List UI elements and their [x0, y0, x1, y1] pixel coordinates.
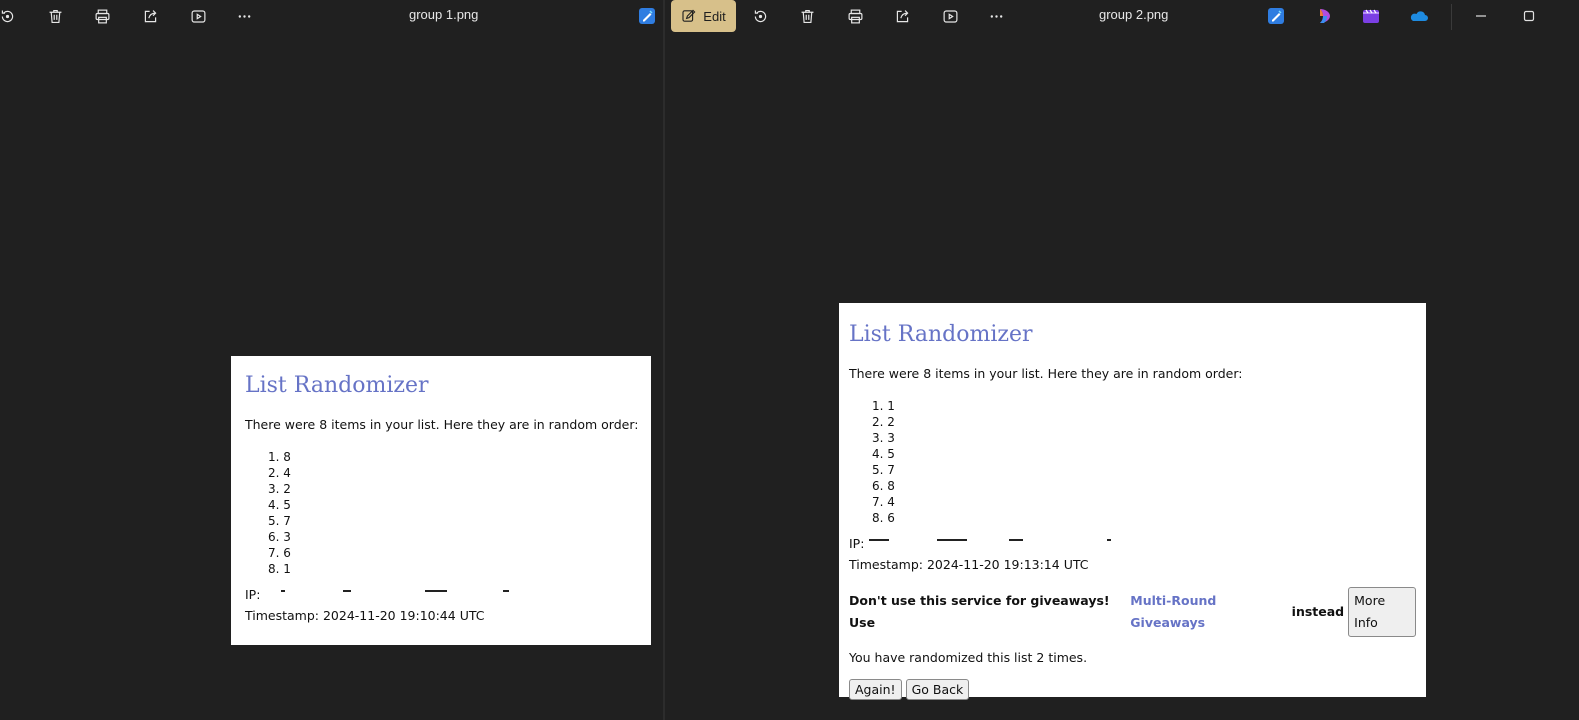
slideshow-icon[interactable]	[183, 2, 213, 30]
intro-text: There were 8 items in your list. Here th…	[849, 366, 1243, 381]
list-item: 5. 7	[872, 463, 895, 477]
redacted-ip	[1009, 539, 1023, 541]
page-title: List Randomizer	[849, 322, 1033, 347]
share-icon[interactable]	[887, 2, 917, 30]
giveaway-warning: Don't use this service for giveaways! Us…	[849, 587, 1416, 637]
timestamp: Timestamp: 2024-11-20 19:10:44 UTC	[245, 608, 485, 623]
redacted-ip	[281, 590, 285, 592]
go-back-button[interactable]: Go Back	[905, 679, 970, 700]
list-item: 2. 4	[268, 466, 291, 480]
filename-title: group 1.png	[409, 7, 479, 22]
ip-line: IP:	[245, 587, 641, 603]
filename-title: group 2.png	[1099, 7, 1169, 22]
rotate-icon[interactable]	[745, 2, 775, 30]
redacted-ip	[937, 539, 967, 541]
onedrive-icon[interactable]	[1409, 6, 1429, 26]
slideshow-icon[interactable]	[935, 2, 965, 30]
list-item: 3. 2	[268, 482, 291, 496]
photo-canvas: List Randomizer There were 8 items in yo…	[839, 303, 1426, 700]
more-icon[interactable]	[229, 2, 259, 30]
list-item: 6. 8	[872, 479, 895, 493]
edit-label: Edit	[703, 8, 726, 24]
redacted-ip	[1107, 539, 1111, 541]
left-photo-viewer: group 1.png List Randomizer There were 8…	[0, 0, 663, 720]
photo-canvas: List Randomizer There were 8 items in yo…	[231, 356, 651, 645]
redacted-ip	[343, 590, 351, 592]
left-toolbar: group 1.png	[0, 0, 663, 32]
more-info-button[interactable]: More Info	[1348, 587, 1416, 637]
action-buttons: Again! Go Back	[849, 679, 1416, 700]
clipchamp-icon[interactable]	[1361, 6, 1381, 26]
redacted-ip	[869, 539, 889, 541]
random-list: 1. 8 2. 4 3. 2 4. 5 5. 7 6. 3 7. 6 8. 1	[245, 449, 641, 577]
print-icon[interactable]	[87, 2, 117, 30]
intro-text: There were 8 items in your list. Here th…	[245, 417, 639, 432]
designer-icon[interactable]	[1266, 6, 1286, 26]
list-item: 6. 3	[268, 530, 291, 544]
list-item: 7. 4	[872, 495, 895, 509]
edit-icon	[682, 9, 696, 22]
list-item: 4. 5	[268, 498, 291, 512]
randomize-count: You have randomized this list 2 times.	[849, 650, 1088, 665]
warning-suffix: instead	[1291, 604, 1345, 619]
list-item: 8. 6	[872, 511, 895, 525]
ip-label: IP:	[849, 536, 865, 551]
list-item: 2. 2	[872, 415, 895, 429]
share-icon[interactable]	[135, 2, 165, 30]
maximize-icon[interactable]	[1521, 8, 1537, 24]
designer-icon[interactable]	[637, 6, 657, 26]
toolbar-separator	[1451, 4, 1452, 30]
timestamp: Timestamp: 2024-11-20 19:13:14 UTC	[849, 557, 1089, 572]
right-toolbar: Edit group 2.png	[665, 0, 1579, 32]
list-item: 1. 8	[268, 450, 291, 464]
ip-line: IP:	[849, 536, 1416, 552]
delete-icon[interactable]	[40, 2, 70, 30]
redacted-ip	[425, 590, 447, 592]
random-list: 1. 1 2. 2 3. 3 4. 5 5. 7 6. 8 7. 4 8. 6	[849, 398, 1416, 526]
warning-text: Don't use this service for giveaways! Us…	[849, 593, 1110, 630]
list-item: 1. 1	[872, 399, 895, 413]
list-item: 4. 5	[872, 447, 895, 461]
list-item: 8. 1	[268, 562, 291, 576]
right-photo-viewer: Edit group 2.png List Randomizer There w…	[665, 0, 1579, 720]
multi-round-giveaways-link[interactable]: Multi-Round Giveaways	[1130, 590, 1287, 634]
list-item: 3. 3	[872, 431, 895, 445]
copilot-icon[interactable]	[1315, 6, 1335, 26]
list-item: 5. 7	[268, 514, 291, 528]
edit-button[interactable]: Edit	[671, 0, 736, 32]
list-item: 7. 6	[268, 546, 291, 560]
print-icon[interactable]	[840, 2, 870, 30]
rotate-icon[interactable]	[0, 2, 22, 30]
minimize-icon[interactable]	[1473, 8, 1489, 24]
redacted-ip	[503, 590, 509, 592]
again-button[interactable]: Again!	[849, 679, 902, 700]
ip-label: IP:	[245, 587, 261, 602]
more-icon[interactable]	[981, 2, 1011, 30]
delete-icon[interactable]	[792, 2, 822, 30]
page-title: List Randomizer	[245, 373, 429, 398]
